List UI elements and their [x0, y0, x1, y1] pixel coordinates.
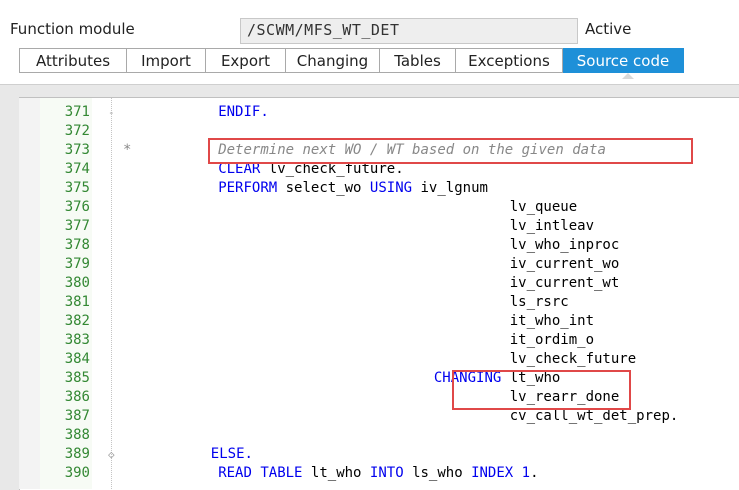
- line-number: 390: [64, 465, 90, 481]
- highlight-box-comment: [208, 138, 693, 164]
- line-number: 387: [64, 408, 90, 424]
- code-line[interactable]: 390 READ TABLE lt_who INTO ls_who INDEX 1…: [0, 464, 739, 483]
- code-text: it_who_int: [122, 312, 594, 331]
- keyword-token: INDEX: [471, 465, 514, 481]
- line-number: 375: [64, 180, 90, 196]
- tab-import[interactable]: Import: [127, 48, 206, 73]
- tab-source-code[interactable]: Source code: [563, 48, 684, 73]
- code-token: it_ordim_o: [122, 332, 595, 348]
- line-number: 384: [64, 351, 90, 367]
- code-token: lv_intleav: [122, 218, 595, 234]
- code-text: ELSE.: [211, 445, 253, 464]
- code-text: lv_check_future: [122, 350, 636, 369]
- line-number: 379: [64, 256, 90, 272]
- code-text: iv_current_wo: [122, 255, 620, 274]
- keyword-token: ELSE.: [210, 446, 253, 462]
- line-number: 388: [64, 427, 90, 443]
- code-token: lv_check_future: [122, 351, 637, 367]
- code-line[interactable]: 377 lv_intleav: [0, 217, 739, 236]
- code-token: lv_who_inproc: [122, 237, 620, 253]
- line-number: 389: [64, 446, 90, 462]
- highlight-box-changing-params: [452, 370, 631, 410]
- code-token: ls_rsrc: [122, 294, 569, 310]
- code-token: iv_current_wo: [122, 256, 620, 272]
- keyword-token: READ TABLE: [218, 465, 303, 481]
- code-token: ls_who: [403, 465, 472, 481]
- line-number: 386: [64, 389, 90, 405]
- code-line[interactable]: 380 iv_current_wt: [0, 274, 739, 293]
- tab-export[interactable]: Export: [206, 48, 286, 73]
- status-label: Active: [585, 20, 632, 38]
- line-number: 385: [64, 370, 90, 386]
- code-text: PERFORM select_wo USING iv_lgnum: [218, 179, 488, 198]
- line-number: 371: [64, 104, 90, 120]
- code-line[interactable]: 375 PERFORM select_wo USING iv_lgnum: [0, 179, 739, 198]
- code-line[interactable]: 388: [0, 426, 739, 445]
- code-token: iv_current_wt: [122, 275, 620, 291]
- code-text: ls_rsrc: [122, 293, 569, 312]
- code-token: select_wo: [277, 180, 370, 196]
- code-line[interactable]: 381 ls_rsrc: [0, 293, 739, 312]
- active-tab-indicator: [622, 73, 634, 79]
- line-number: 376: [64, 199, 90, 215]
- tab-strip: Attributes Import Export Changing Tables…: [19, 48, 684, 73]
- keyword-token: ENDIF.: [218, 104, 269, 120]
- code-text: lv_queue: [122, 198, 577, 217]
- code-text: READ TABLE lt_who INTO ls_who INDEX 1.: [218, 464, 538, 483]
- code-token: lt_who: [302, 465, 370, 481]
- tab-tables[interactable]: Tables: [380, 48, 456, 73]
- code-text: ENDIF.: [218, 103, 269, 122]
- code-token: .: [530, 465, 539, 481]
- tab-exceptions[interactable]: Exceptions: [456, 48, 563, 73]
- keyword-token: PERFORM: [218, 180, 278, 196]
- code-text: lv_intleav: [122, 217, 594, 236]
- code-text: it_ordim_o: [122, 331, 594, 350]
- code-line[interactable]: 376 lv_queue: [0, 198, 739, 217]
- comment-marker: *: [123, 142, 132, 158]
- code-text: lv_who_inproc: [122, 236, 620, 255]
- number-token: 1: [521, 465, 531, 481]
- code-token: iv_lgnum: [412, 180, 488, 196]
- code-line[interactable]: 389 ◇ ELSE.: [0, 445, 739, 464]
- code-token: lv_queue: [122, 199, 578, 215]
- line-number: 383: [64, 332, 90, 348]
- function-module-label: Function module: [10, 20, 135, 38]
- line-number: 372: [64, 123, 90, 139]
- code-line[interactable]: 383 it_ordim_o: [0, 331, 739, 350]
- line-number: 381: [64, 294, 90, 310]
- line-number: 382: [64, 313, 90, 329]
- keyword-token: INTO: [369, 465, 404, 481]
- fold-marker-icon[interactable]: ◇: [108, 445, 115, 464]
- line-number: 377: [64, 218, 90, 234]
- code-line[interactable]: 384 lv_check_future: [0, 350, 739, 369]
- line-number: 374: [64, 161, 90, 177]
- code-token: it_who_int: [122, 313, 595, 329]
- line-number: 380: [64, 275, 90, 291]
- code-token: cv_call_wt_det_prep.: [122, 408, 679, 424]
- line-number: 373: [64, 142, 90, 158]
- tab-attributes[interactable]: Attributes: [19, 48, 127, 73]
- keyword-token: USING: [369, 180, 413, 196]
- code-line[interactable]: 382 it_who_int: [0, 312, 739, 331]
- code-line[interactable]: 378 lv_who_inproc: [0, 236, 739, 255]
- code-text: iv_current_wt: [122, 274, 620, 293]
- code-line[interactable]: 379 iv_current_wo: [0, 255, 739, 274]
- fold-marker-icon[interactable]: -: [108, 103, 115, 122]
- line-number: 378: [64, 237, 90, 253]
- tab-changing[interactable]: Changing: [286, 48, 380, 73]
- code-line[interactable]: 371 - ENDIF.: [0, 103, 739, 122]
- function-module-name-field[interactable]: /SCWM/MFS_WT_DET: [240, 18, 578, 44]
